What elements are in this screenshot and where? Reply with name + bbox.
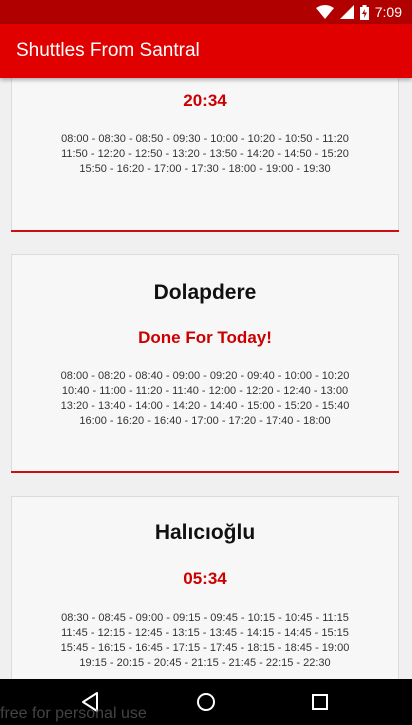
schedule-times: 08:00 - 08:30 - 08:50 - 09:30 - 10:00 - …	[12, 132, 398, 177]
schedule-line: 13:20 - 13:40 - 14:00 - 14:20 - 14:40 - …	[60, 400, 350, 412]
status-time: 7:09	[374, 4, 402, 20]
schedule-line: 15:50 - 16:20 - 17:00 - 17:30 - 18:00 - …	[79, 163, 331, 175]
shuttle-list[interactable]: 20:34 08:00 - 08:30 - 08:50 - 09:30 - 10…	[0, 78, 412, 679]
next-departure: 05:34	[183, 569, 227, 588]
status-bar: 7:09	[0, 0, 412, 24]
watermark-text: free for personal use	[0, 705, 147, 722]
stop-name: Dolapdere	[153, 281, 257, 304]
app-bar: Shuttles From Santral	[0, 24, 412, 78]
schedule-times: 08:00 - 08:20 - 08:40 - 09:00 - 09:20 - …	[12, 369, 398, 429]
app-title: Shuttles From Santral	[16, 40, 200, 61]
schedule-line: 15:45 - 16:15 - 16:45 - 17:15 - 17:45 - …	[60, 642, 350, 654]
schedule-times: 08:30 - 08:45 - 09:00 - 09:15 - 09:45 - …	[12, 611, 398, 671]
schedule-line: 19:15 - 20:15 - 20:45 - 21:15 - 21:45 - …	[79, 657, 331, 669]
schedule-line: 16:00 - 16:20 - 16:40 - 17:00 - 17:20 - …	[79, 415, 331, 427]
cell-signal-icon	[339, 5, 354, 19]
wifi-icon	[315, 5, 334, 19]
schedule-line: 10:40 - 11:00 - 11:20 - 11:40 - 12:00 - …	[61, 385, 349, 397]
card-divider	[11, 230, 399, 232]
schedule-line: 11:50 - 12:20 - 12:50 - 13:20 - 13:50 - …	[61, 148, 349, 160]
schedule-line: 08:00 - 08:30 - 08:50 - 09:30 - 10:00 - …	[61, 133, 349, 145]
recents-icon[interactable]	[310, 691, 330, 713]
shuttle-card: 20:34 08:00 - 08:30 - 08:50 - 09:30 - 10…	[11, 78, 399, 232]
next-departure: Done For Today!	[138, 328, 272, 347]
card-divider	[11, 471, 399, 473]
schedule-line: 08:00 - 08:20 - 08:40 - 09:00 - 09:20 - …	[60, 370, 350, 382]
schedule-line: 08:30 - 08:45 - 09:00 - 09:15 - 09:45 - …	[61, 612, 349, 624]
stop-name: Halıcıoğlu	[154, 521, 256, 544]
shuttle-card: Halıcıoğlu 05:34 08:30 - 08:45 - 09:00 -…	[11, 496, 399, 679]
next-departure: 20:34	[183, 91, 227, 110]
battery-charging-icon	[359, 4, 369, 20]
schedule-line: 11:45 - 12:15 - 12:45 - 13:15 - 13:45 - …	[61, 627, 349, 639]
shuttle-card: Dolapdere Done For Today! 08:00 - 08:20 …	[11, 254, 399, 473]
home-icon[interactable]	[195, 691, 217, 713]
